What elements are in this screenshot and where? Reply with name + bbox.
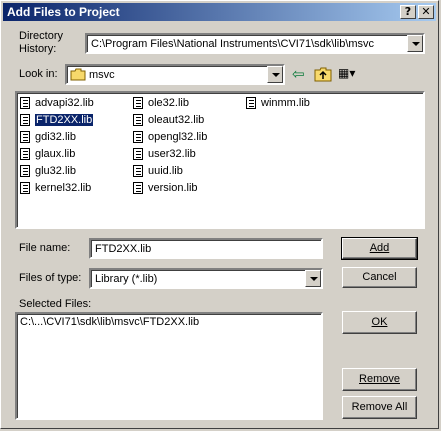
filetype-value: Library (*.lib) [95,273,158,285]
filetype-combo[interactable]: Library (*.lib) [89,268,323,289]
lib-file-icon [20,148,30,160]
history-value: C:\Program Files\National Instruments\CV… [91,38,375,50]
file-list[interactable]: advapi32.lib FTD2XX.lib gdi32.lib glaux.… [15,91,425,229]
history-dropdown-icon[interactable] [407,35,423,52]
filename-input[interactable]: FTD2XX.lib [89,238,323,259]
history-combo[interactable]: C:\Program Files\National Instruments\CV… [85,33,425,54]
filename-value: FTD2XX.lib [95,243,152,255]
ok-button-label: OK [371,316,388,328]
lib-file-icon [133,131,143,143]
lib-file-icon [133,97,143,109]
remove-button[interactable]: Remove [342,368,417,391]
add-button[interactable]: Add [341,237,418,260]
selected-files-list[interactable]: C:\...\CVI71\sdk\lib\msvc\FTD2XX.lib [15,312,323,420]
lib-file-icon [246,97,256,109]
up-folder-icon[interactable] [314,66,332,82]
help-button[interactable]: ? [400,5,416,19]
window-title: Add Files to Project [7,5,120,19]
lib-file-icon [20,114,30,126]
lib-file-icon [20,182,30,194]
cancel-button-label: Cancel [362,271,397,283]
list-item[interactable]: C:\...\CVI71\sdk\lib\msvc\FTD2XX.lib [20,316,199,328]
close-button[interactable]: ✕ [418,5,434,19]
lib-file-icon [133,165,143,177]
lib-file-icon [133,114,143,126]
cancel-button[interactable]: Cancel [342,267,417,288]
add-files-dialog: Add Files to Project ? ✕ Directory Histo… [0,0,439,429]
lookin-value: msvc [89,69,115,81]
back-icon[interactable]: ⇦ [292,65,305,83]
filename-label: File name: [19,242,71,254]
add-button-label: Add [369,242,390,254]
lookin-dropdown-icon[interactable] [267,66,283,83]
lib-file-icon [133,182,143,194]
lib-file-icon [20,165,30,177]
lib-file-icon [20,97,30,109]
remove-all-button-label: Remove All [351,401,408,413]
view-menu-icon[interactable]: ▦▾ [338,66,355,80]
filetype-label: Files of type: [19,272,82,284]
lib-file-icon [133,148,143,160]
lib-file-icon [20,131,30,143]
selected-files-label: Selected Files: [19,298,92,310]
filetype-dropdown-icon[interactable] [305,270,321,287]
lookin-label: Look in: [19,68,58,80]
remove-all-button[interactable]: Remove All [342,396,417,419]
remove-button-label: Remove [359,373,400,385]
folder-icon [70,68,86,81]
lookin-combo[interactable]: msvc [65,64,285,85]
history-label-line1: Directory [19,30,64,42]
ok-button[interactable]: OK [342,311,417,334]
title-bar[interactable]: Add Files to Project ? ✕ [3,3,436,21]
history-label-line2: History: [19,43,57,55]
